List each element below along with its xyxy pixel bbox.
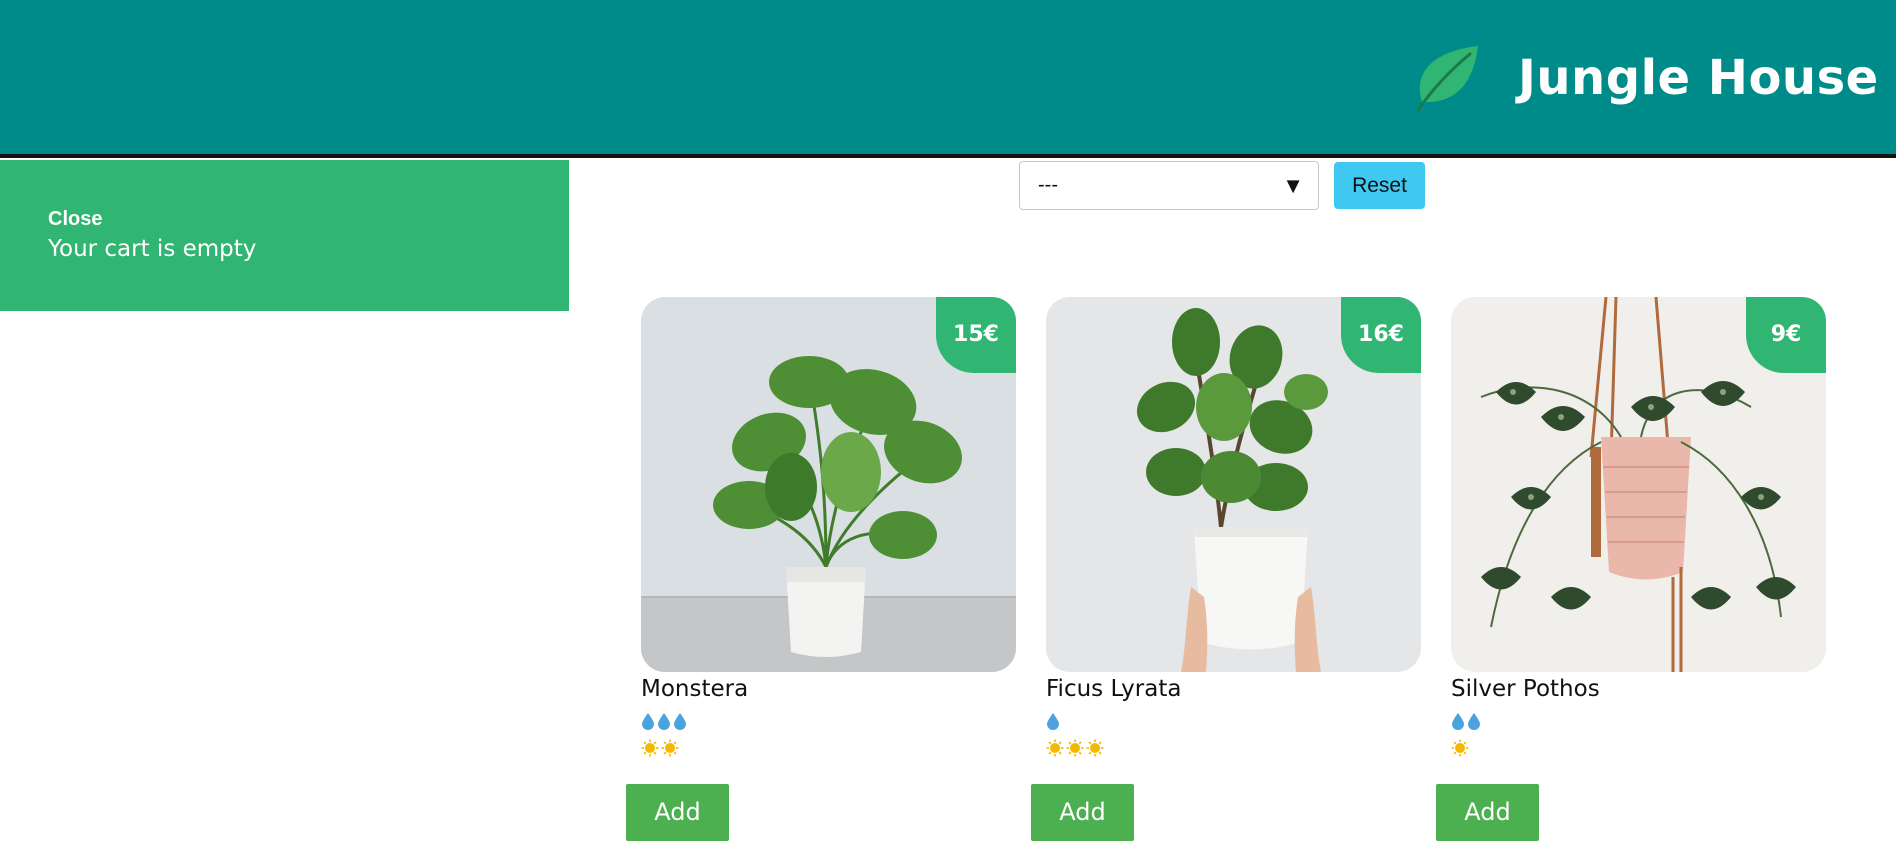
- light-rating: [641, 739, 679, 757]
- add-to-cart-button[interactable]: Add: [1436, 784, 1539, 841]
- product-name: Silver Pothos: [1451, 676, 1600, 702]
- price-badge: 9€: [1746, 297, 1826, 373]
- water-drop-icon: [674, 713, 686, 730]
- product-name: Monstera: [641, 676, 749, 702]
- cart-panel: Close Your cart is empty: [0, 160, 569, 311]
- header-banner: Jungle House: [0, 0, 1896, 158]
- sun-icon: [1451, 739, 1469, 757]
- add-to-cart-button[interactable]: Add: [1031, 784, 1134, 841]
- product-name: Ficus Lyrata: [1046, 676, 1182, 702]
- water-rating: [641, 712, 687, 730]
- water-drop-icon: [658, 713, 670, 730]
- cart-close-button[interactable]: Close: [48, 208, 102, 231]
- reset-button[interactable]: Reset: [1334, 162, 1425, 209]
- leaf-icon: [1416, 46, 1478, 112]
- brand-title: Jungle House: [1518, 50, 1879, 106]
- water-drop-icon: [1452, 713, 1464, 730]
- water-rating: [1451, 712, 1481, 730]
- sun-icon: [661, 739, 679, 757]
- water-drop-icon: [1047, 713, 1059, 730]
- category-select[interactable]: --- ▼: [1019, 161, 1319, 210]
- dropdown-arrow-icon: ▼: [1282, 173, 1304, 198]
- price-badge: 16€: [1341, 297, 1421, 373]
- sun-icon: [1066, 739, 1084, 757]
- water-rating: [1046, 712, 1060, 730]
- add-to-cart-button[interactable]: Add: [626, 784, 729, 841]
- category-select-value: ---: [1038, 174, 1058, 196]
- sun-icon: [1086, 739, 1104, 757]
- sun-icon: [641, 739, 659, 757]
- water-drop-icon: [1468, 713, 1480, 730]
- light-rating: [1451, 739, 1469, 757]
- price-badge: 15€: [936, 297, 1016, 373]
- water-drop-icon: [642, 713, 654, 730]
- cart-empty-message: Your cart is empty: [48, 236, 257, 262]
- sun-icon: [1046, 739, 1064, 757]
- light-rating: [1046, 739, 1104, 757]
